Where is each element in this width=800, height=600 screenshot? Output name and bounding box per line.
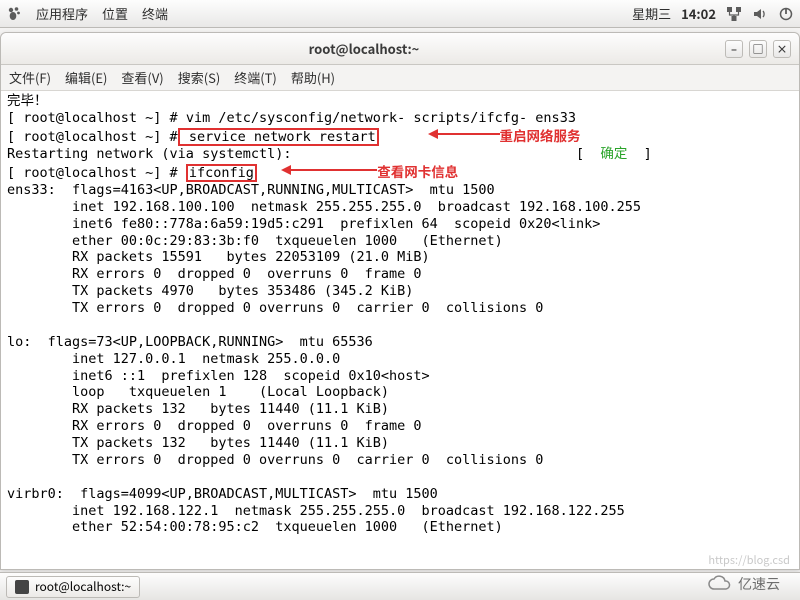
menu-file[interactable]: 文件(F) — [9, 68, 51, 87]
power-icon[interactable] — [778, 6, 794, 22]
top-panel: 应用程序 位置 终端 星期三 14:02 — [0, 0, 800, 28]
cmd-vim: vim /etc/sysconfig/network- scripts/ifcf… — [178, 110, 576, 126]
prompt: [ root@localhost ~] # — [7, 110, 178, 126]
out-virbr0-a: virbr0: flags=4099<UP,BROADCAST,MULTICAS… — [7, 486, 438, 502]
terminal-icon — [15, 580, 29, 594]
menu-help[interactable]: 帮助(H) — [291, 68, 335, 87]
window-title: root@localhost:~ — [9, 39, 719, 58]
out-virbr0-b: inet 192.168.122.1 netmask 255.255.255.0… — [7, 503, 625, 519]
gnome-foot-icon — [6, 6, 22, 22]
terminal-window: root@localhost:~ – □ × 文件(F) 编辑(E) 查看(V)… — [0, 32, 800, 570]
panel-time: 14:02 — [681, 4, 716, 23]
arrow-left-icon — [428, 128, 500, 145]
menu-search[interactable]: 搜索(S) — [178, 68, 221, 87]
volume-icon[interactable] — [752, 6, 768, 22]
out-lo-f: RX errors 0 dropped 0 overruns 0 frame 0 — [7, 418, 422, 434]
out-ens33-g: TX packets 4970 bytes 353486 (345.2 KiB) — [7, 283, 413, 299]
taskbar-terminal-button[interactable]: root@localhost:~ — [6, 576, 140, 598]
out-ens33-b: inet 192.168.100.100 netmask 255.255.255… — [7, 199, 641, 215]
out-ens33-c: inet6 fe80::778a:6a59:19d5:c291 prefixle… — [7, 216, 600, 232]
panel-date: 星期三 — [632, 4, 671, 23]
out-lo-c: inet6 ::1 prefixlen 128 scopeid 0x10<hos… — [7, 368, 430, 384]
panel-terminal[interactable]: 终端 — [142, 4, 168, 23]
cloud-icon — [706, 575, 734, 593]
out-ens33-e: RX packets 15591 bytes 22053109 (21.0 Mi… — [7, 249, 430, 265]
panel-apps[interactable]: 应用程序 — [36, 4, 88, 23]
out-lo-e: RX packets 132 bytes 11440 (11.1 KiB) — [7, 401, 389, 417]
watermark: https://blog.csd — [708, 552, 790, 568]
ok-bracket-l: [ — [576, 146, 584, 162]
maximize-button[interactable]: □ — [749, 40, 767, 58]
menu-view[interactable]: 查看(V) — [121, 68, 163, 87]
out-lo-g: TX packets 132 bytes 11440 (11.1 KiB) — [7, 435, 389, 451]
out-ens33-h: TX errors 0 dropped 0 overruns 0 carrier… — [7, 300, 543, 316]
panel-places[interactable]: 位置 — [102, 4, 128, 23]
arrow-left-icon — [281, 164, 377, 181]
highlight-restart-cmd: service network restart — [178, 128, 379, 146]
out-ens33-f: RX errors 0 dropped 0 overruns 0 frame 0 — [7, 266, 422, 282]
line-done: 完毕！ — [7, 93, 48, 109]
out-lo-h: TX errors 0 dropped 0 overruns 0 carrier… — [7, 452, 543, 468]
ok-text: 确定 — [600, 146, 627, 162]
menu-bar: 文件(F) 编辑(E) 查看(V) 搜索(S) 终端(T) 帮助(H) — [1, 65, 799, 91]
network-icon[interactable] — [726, 6, 742, 22]
prompt: [ root@localhost ~] # — [7, 165, 178, 181]
out-lo-d: loop txqueuelen 1 (Local Loopback) — [7, 384, 389, 400]
minimize-button[interactable]: – — [725, 40, 743, 58]
menu-edit[interactable]: 编辑(E) — [65, 68, 107, 87]
taskbar-item-label: root@localhost:~ — [35, 578, 131, 595]
window-titlebar[interactable]: root@localhost:~ – □ × — [1, 33, 799, 65]
annotation-ifconfig: 查看网卡信息 — [377, 161, 458, 181]
terminal-body[interactable]: 完毕！ [ root@localhost ~] # vim /etc/sysco… — [1, 91, 799, 569]
annotation-restart: 重启网络服务 — [500, 125, 581, 145]
out-lo-b: inet 127.0.0.1 netmask 255.0.0.0 — [7, 351, 340, 367]
bottom-panel: root@localhost:~ — [0, 572, 800, 600]
close-button[interactable]: × — [773, 40, 791, 58]
menu-terminal[interactable]: 终端(T) — [234, 68, 277, 87]
highlight-ifconfig-cmd: ifconfig — [186, 164, 257, 182]
brand-logo: 亿速云 — [706, 574, 780, 594]
out-ens33-a: ens33: flags=4163<UP,BROADCAST,RUNNING,M… — [7, 182, 495, 198]
ok-bracket-r: ] — [644, 146, 652, 162]
out-ens33-d: ether 00:0c:29:83:3b:f0 txqueuelen 1000 … — [7, 233, 503, 249]
line-restarting: Restarting network (via systemctl): — [7, 146, 291, 162]
out-virbr0-c: ether 52:54:00:78:95:c2 txqueuelen 1000 … — [7, 519, 503, 535]
out-lo-a: lo: flags=73<UP,LOOPBACK,RUNNING> mtu 65… — [7, 334, 373, 350]
prompt: [ root@localhost ~] # — [7, 129, 178, 145]
